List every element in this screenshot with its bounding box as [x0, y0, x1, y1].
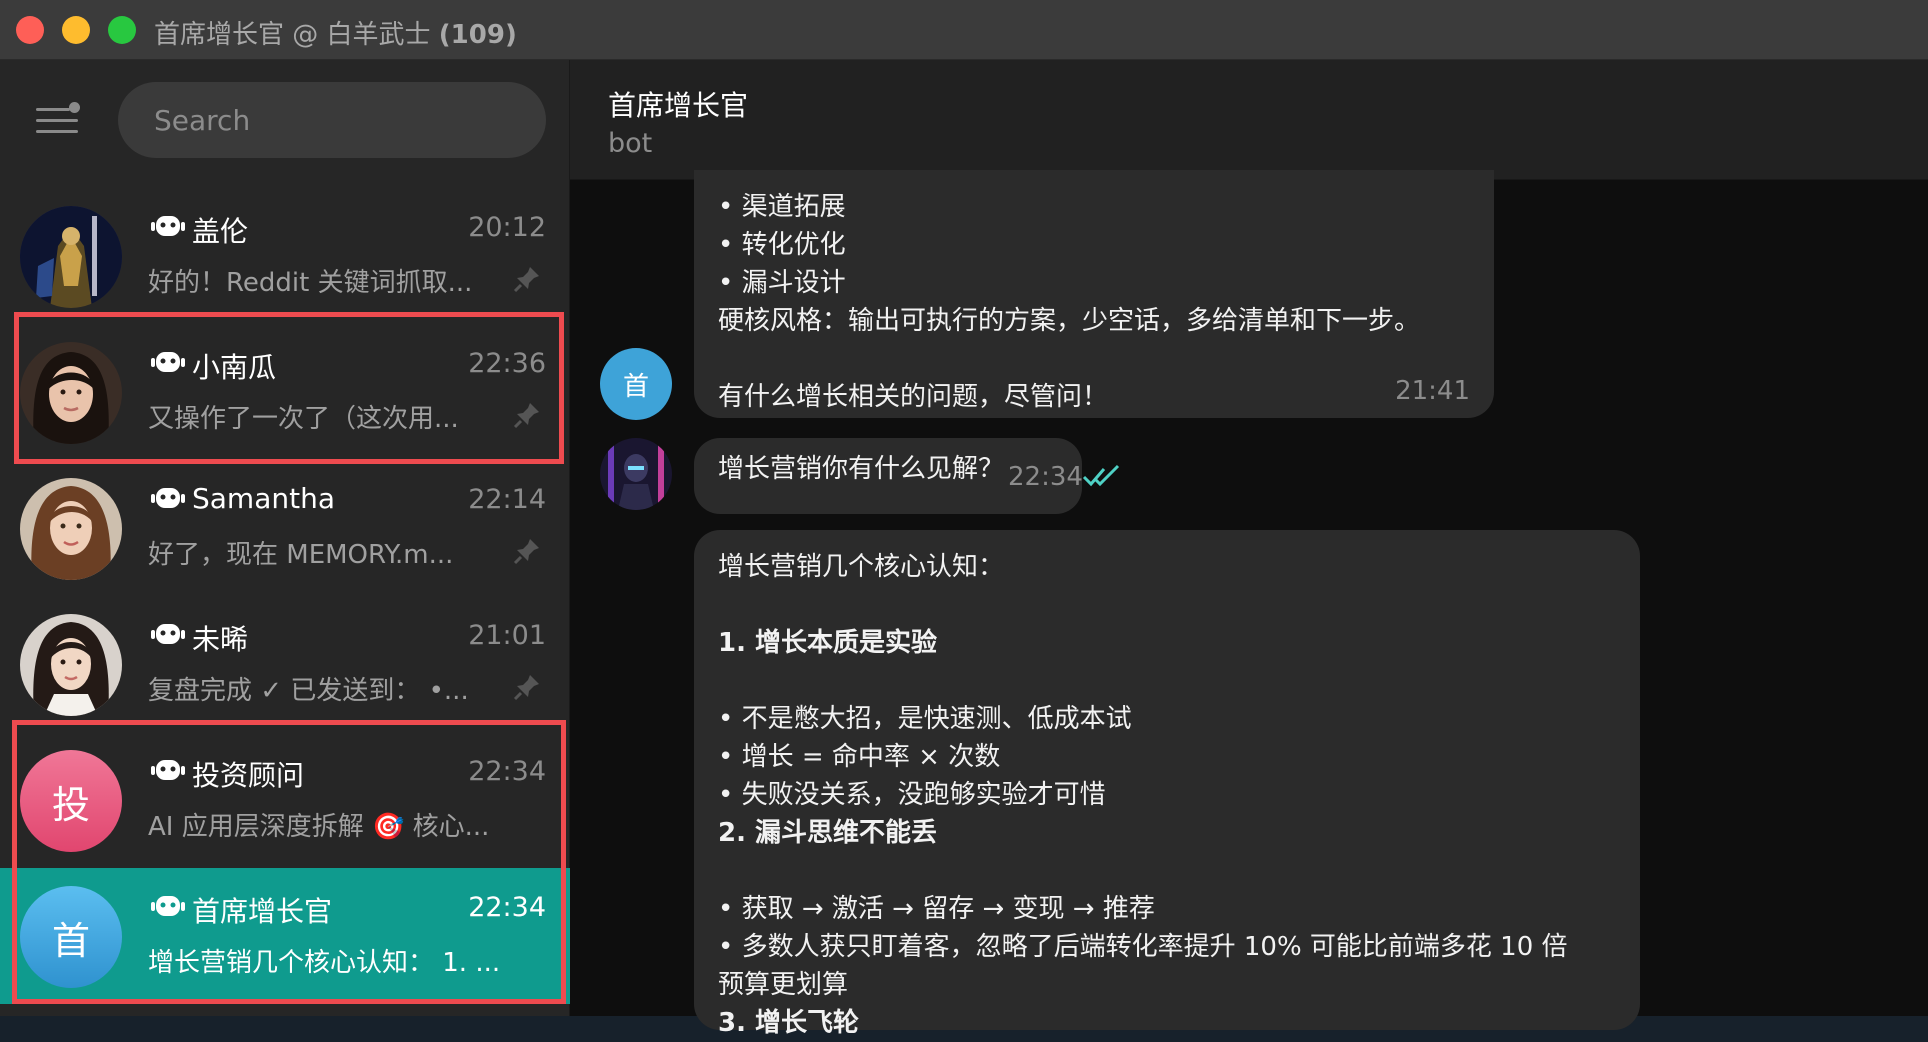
message-bubble: 增长营销几个核心认知： 1. 增长本质是实验 • 不是憋大招，是快速测、低成本试…	[694, 530, 1640, 1038]
message-line: 3. 增长飞轮	[718, 1008, 860, 1038]
message-line: • 漏斗设计	[718, 268, 846, 298]
avatar-letter: 投	[51, 782, 90, 827]
chat-name: 首席增长官	[192, 895, 333, 928]
chat-preview: 复盘完成 ✓ 已发送到： •...	[148, 676, 469, 706]
user-avatar[interactable]	[600, 438, 672, 510]
chat-item-weixi[interactable]: 未晞 21:01 复盘完成 ✓ 已发送到： •...	[0, 596, 570, 732]
avatar	[20, 614, 122, 716]
message-line	[718, 586, 1616, 624]
pin-icon	[513, 539, 539, 565]
title-bar: 首席增长官 @ 白羊武士 (109)	[0, 0, 1928, 60]
pin-icon	[513, 675, 539, 701]
chat-time: 22:36	[468, 348, 546, 379]
chat-time: 22:14	[468, 484, 546, 515]
message-line: • 增长 = 命中率 × 次数	[718, 742, 1001, 772]
message-line: 增长营销你有什么见解？	[718, 454, 1005, 484]
chat-item-garen[interactable]: 盖伦 20:12 好的！Reddit 关键词抓取...	[0, 188, 570, 324]
message-bubble: 增长营销你有什么见解？ 22:34	[694, 438, 1120, 514]
maximize-window-button[interactable]	[108, 16, 136, 44]
avatar-letter: 首	[51, 918, 90, 963]
chat-name: 盖伦	[192, 215, 249, 248]
message-line: 1. 增长本质是实验	[718, 628, 938, 658]
chat-preview: 好了，现在 MEMORY.m...	[148, 540, 454, 570]
chat-name: Samantha	[192, 482, 335, 515]
unread-count: (109)	[438, 20, 517, 50]
chat-header[interactable]: 首席增长官 bot	[570, 60, 1928, 180]
bot-icon	[151, 624, 185, 644]
avatar	[20, 342, 122, 444]
message-time: 21:41	[1395, 376, 1470, 406]
chat-title: 首席增长官	[608, 89, 749, 122]
message-bubble: • 渠道拓展 • 转化优化 • 漏斗设计 硬核风格：输出可执行的方案，少空话，多…	[694, 170, 1494, 418]
message-line: 硬核风格：输出可执行的方案，少空话，多给清单和下一步。	[718, 306, 1421, 336]
pin-icon	[513, 267, 539, 293]
bot-icon	[151, 216, 185, 236]
chat-preview: 好的！Reddit 关键词抓取...	[148, 268, 473, 298]
window-title: 首席增长官 @ 白羊武士 (109)	[154, 14, 517, 51]
bot-icon	[151, 488, 185, 508]
message-line: 2. 漏斗思维不能丢	[718, 818, 938, 848]
window-title-text: 首席增长官 @ 白羊武士	[154, 20, 431, 50]
chat-time: 21:01	[468, 620, 546, 651]
message-line: 有什么增长相关的问题，尽管问！	[718, 382, 1109, 412]
message-line: 增长营销几个核心认知：	[718, 552, 1005, 582]
hamburger-menu-icon[interactable]	[36, 102, 80, 138]
message-line: • 获取 → 激活 → 留存 → 变现 → 推荐	[718, 894, 1155, 924]
message-line: • 渠道拓展	[718, 192, 846, 222]
avatar-letter: 首	[622, 371, 649, 402]
avatar: 首	[20, 886, 122, 988]
bot-icon	[151, 896, 185, 916]
message-line	[718, 340, 1470, 378]
message-line: • 多数人获只盯着客，忽略了后端转化率提升 10% 可能比前端多花 10 倍	[718, 932, 1568, 962]
message-line	[718, 662, 1616, 700]
message-line: 预算更划算	[718, 970, 849, 1000]
chat-time: 22:34	[468, 756, 546, 787]
chat-name: 小南瓜	[192, 351, 277, 384]
chat-item-chief-growth-officer[interactable]: 首 首席增长官 22:34 增长营销几个核心认知： 1. ...	[0, 868, 570, 1004]
avatar: 投	[20, 750, 122, 852]
chat-status: bot	[608, 128, 653, 159]
chat-name: 未晞	[192, 623, 249, 656]
message-time: 22:34	[1008, 462, 1083, 492]
chat-item-investment-advisor[interactable]: 投 投资顾问 22:34 AI 应用层深度拆解 🎯 核心...	[0, 732, 570, 868]
bot-avatar[interactable]: 首	[600, 348, 672, 420]
chat-panel: 首席增长官 bot • 渠道拓展 • 转化优化 • 漏斗设计 硬核风格：输出可执…	[570, 60, 1928, 1038]
chat-item-xiaonangua[interactable]: 小南瓜 22:36 又操作了一次了（这次用...	[0, 324, 570, 460]
avatar	[20, 478, 122, 580]
message-line: • 转化优化	[718, 230, 846, 260]
read-checkmarks-icon	[1082, 464, 1120, 487]
chat-preview: AI 应用层深度拆解 🎯 核心...	[148, 812, 490, 842]
chat-item-samantha[interactable]: Samantha 22:14 好了，现在 MEMORY.m...	[0, 460, 570, 596]
chat-list-sidebar: 盖伦 20:12 好的！Reddit 关键词抓取...	[0, 60, 570, 1016]
minimize-window-button[interactable]	[62, 16, 90, 44]
bot-icon	[151, 352, 185, 372]
bot-icon	[151, 760, 185, 780]
chat-time: 20:12	[468, 212, 546, 243]
app-window: 首席增长官 @ 白羊武士 (109) Search 盖伦 20:12 好的！Re…	[0, 0, 1928, 1038]
pin-icon	[513, 403, 539, 429]
chat-preview: 增长营销几个核心认知： 1. ...	[148, 948, 501, 978]
message-line: • 失败没关系，没跑够实验才可惜	[718, 780, 1106, 810]
search-input[interactable]	[118, 82, 546, 158]
chat-preview: 又操作了一次了（这次用...	[148, 404, 459, 434]
chat-time: 22:34	[468, 892, 546, 923]
close-window-button[interactable]	[16, 16, 44, 44]
avatar	[20, 206, 122, 308]
chat-name: 投资顾问	[192, 759, 305, 792]
message-line	[718, 852, 1616, 890]
message-line: • 不是憋大招，是快速测、低成本试	[718, 704, 1132, 734]
